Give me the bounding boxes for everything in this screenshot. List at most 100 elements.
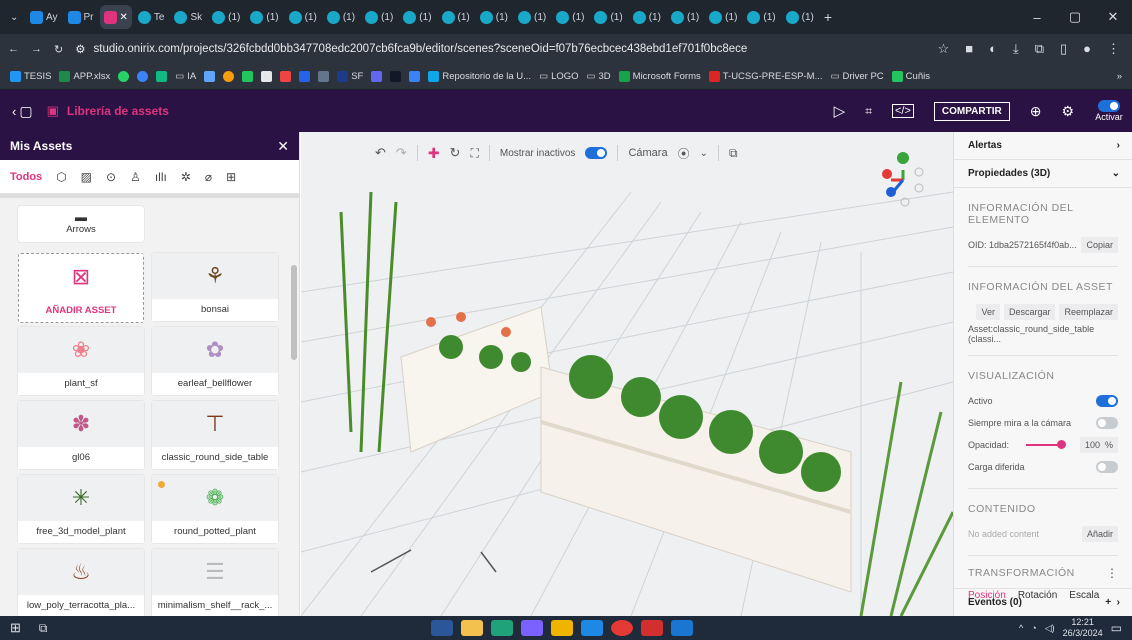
share-button[interactable]: COMPARTIR	[933, 101, 1010, 121]
edge-app-icon[interactable]	[491, 620, 514, 636]
browser-tab[interactable]: Ay	[26, 5, 62, 29]
duplicate-icon[interactable]: ⧉	[729, 146, 738, 161]
activate-switch[interactable]	[1098, 100, 1120, 112]
browser-tab[interactable]: (1)	[285, 5, 321, 29]
browser-tab[interactable]: (1)	[590, 5, 626, 29]
alerts-row[interactable]: Alertas ›	[954, 132, 1132, 160]
browser-tab[interactable]: (1)	[667, 5, 703, 29]
browser-tab[interactable]: (1)	[208, 5, 244, 29]
tray-chevron-icon[interactable]: ^	[1019, 623, 1023, 633]
browser-tab[interactable]: Pr	[64, 5, 98, 29]
bookmark-item[interactable]	[242, 71, 254, 82]
bookmark-folder[interactable]: ▭ LOGO	[539, 71, 578, 82]
download-button[interactable]: Descargar	[1003, 304, 1056, 320]
word-app-icon[interactable]	[431, 620, 454, 636]
camera-view-icon[interactable]: ⦿	[678, 145, 690, 162]
site-settings-icon[interactable]: ⚙	[75, 42, 85, 56]
always-look-toggle[interactable]	[1096, 417, 1118, 429]
scale-tool-icon[interactable]: ⛶	[470, 146, 478, 161]
app-icon[interactable]	[551, 620, 574, 636]
browser-tab-active[interactable]: ✕	[99, 5, 132, 29]
bookmark-item[interactable]	[261, 71, 273, 82]
browser-tab[interactable]: (1)	[552, 5, 588, 29]
bookmarks-overflow[interactable]: »	[1117, 71, 1122, 82]
undo-icon[interactable]: ↶	[375, 145, 386, 161]
bookmark-star-icon[interactable]: ☆	[938, 41, 950, 57]
view-button[interactable]: Ver	[976, 304, 1000, 320]
replace-button[interactable]: Reemplazar	[1059, 304, 1118, 320]
close-window-icon[interactable]: ✕	[1094, 9, 1132, 25]
asset-card[interactable]: ☰ minimalism_shelf__rack_...	[152, 549, 278, 617]
browser-tab[interactable]: Te	[134, 5, 169, 29]
window-square-icon[interactable]: ▢	[19, 103, 32, 120]
bookmark-item[interactable]: Microsoft Forms	[618, 71, 701, 82]
bookmark-item[interactable]: APP.xlsx	[59, 71, 110, 82]
bookmark-item[interactable]	[299, 71, 311, 82]
asset-card[interactable]: ⚘ bonsai	[152, 253, 278, 321]
asset-card[interactable]: ✳ free_3d_model_plant	[18, 475, 144, 543]
rotate-tool-icon[interactable]: ↻	[450, 145, 461, 161]
grid-icon[interactable]: ⊞	[226, 170, 236, 184]
bookmark-folder[interactable]: ▭ IA	[175, 71, 196, 82]
app-icon[interactable]	[581, 620, 604, 636]
embed-code-icon[interactable]: </>	[891, 104, 914, 118]
browser-tab[interactable]: (1)	[476, 5, 512, 29]
opacity-input[interactable]: 100 %	[1079, 437, 1118, 453]
volume-icon[interactable]: ◁)	[1045, 623, 1055, 634]
bookmark-item[interactable]	[409, 71, 421, 82]
bookmark-item[interactable]	[156, 71, 168, 82]
show-inactive-toggle[interactable]	[585, 147, 608, 159]
back-chevron-icon[interactable]: ‹	[12, 104, 16, 119]
asset-card[interactable]: ❀ plant_sf	[18, 327, 144, 395]
play-icon[interactable]: ▷	[834, 102, 846, 120]
qr-scan-icon[interactable]: ⌗	[865, 104, 872, 119]
bookmark-item[interactable]	[371, 71, 383, 82]
app-icon[interactable]	[521, 620, 544, 636]
asset-card[interactable]: ♨ low_poly_terracotta_pla...	[18, 549, 144, 617]
events-row[interactable]: Eventos (0) + ›	[954, 588, 1132, 616]
minimize-icon[interactable]: –	[1018, 10, 1056, 25]
browser-tab[interactable]: (1)	[705, 5, 741, 29]
bookmark-item[interactable]	[390, 71, 402, 82]
more-kebab-icon[interactable]: ⋮	[1106, 566, 1118, 580]
pdf-app-icon[interactable]	[641, 620, 664, 636]
bookmark-item[interactable]: T-UCSG-PRE-ESP-M...	[708, 71, 823, 82]
menu-kebab-icon[interactable]: ⋮	[1107, 41, 1120, 57]
settings-gear-icon[interactable]: ⚙	[1061, 103, 1074, 120]
windows-start-icon[interactable]: ⊞	[10, 620, 21, 636]
new-tab-button[interactable]: +	[820, 5, 850, 29]
chrome-app-icon[interactable]	[611, 620, 634, 636]
video-play-icon[interactable]: ⊙	[106, 170, 116, 184]
extension-icon[interactable]: ◐	[989, 41, 997, 57]
browser-tab[interactable]: (1)	[743, 5, 779, 29]
reload-icon[interactable]: ↻	[54, 43, 63, 56]
file-explorer-icon[interactable]	[461, 620, 484, 636]
bookmark-item[interactable]	[118, 71, 130, 82]
bookmark-item[interactable]: Cuñis	[891, 71, 930, 82]
cube-3d-icon[interactable]: ⬡	[56, 170, 66, 184]
lazy-load-toggle[interactable]	[1096, 461, 1118, 473]
folder-card[interactable]: ▬ Arrows	[18, 206, 144, 242]
profile-avatar-icon[interactable]: ●	[1083, 41, 1091, 57]
assets-scrollbar[interactable]	[291, 265, 297, 360]
chevron-down-icon[interactable]: ⌄	[700, 148, 708, 159]
bookmark-item[interactable]	[280, 71, 292, 82]
bookmark-item[interactable]	[137, 71, 149, 82]
link-icon[interactable]: ⌀	[205, 170, 212, 184]
browser-tab[interactable]: (1)	[514, 5, 550, 29]
notifications-icon[interactable]: ▭	[1111, 621, 1122, 635]
scene-viewport[interactable]: ↶ ↷ ✚ ↻ ⛶ Mostrar inactivos Cámara ⦿ ⌄ ⧉	[301, 132, 953, 616]
tab-close-icon[interactable]: ✕	[120, 12, 128, 23]
asset-card[interactable]: ⊤ classic_round_side_table	[152, 401, 278, 469]
asset-card[interactable]: ✿ earleaf_bellflower	[152, 327, 278, 395]
bookmark-item[interactable]: Repositorio de la U...	[428, 71, 531, 82]
url-field[interactable]: ⚙ studio.onirix.com/projects/326fcbdd0bb…	[75, 38, 925, 60]
browser-tab[interactable]: (1)	[361, 5, 397, 29]
sidepanel-icon[interactable]: ▯	[1060, 41, 1067, 57]
bookmark-item[interactable]	[204, 71, 216, 82]
tabs-menu-icon[interactable]: ⌄	[6, 5, 24, 29]
browser-tab[interactable]: (1)	[629, 5, 665, 29]
extension-icon[interactable]: ■	[965, 41, 973, 57]
network-icon[interactable]: ◔	[1031, 623, 1036, 633]
bookmark-item[interactable]	[318, 71, 330, 82]
